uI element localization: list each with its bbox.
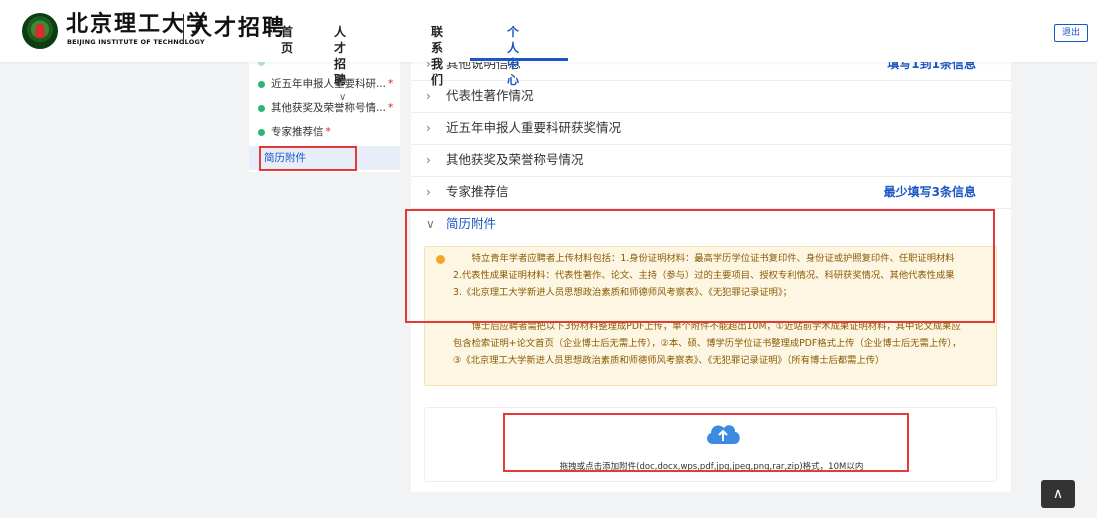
sidebar-item-resume-attachment[interactable]: 简历附件 [249, 146, 400, 170]
nav-contact[interactable]: 联系我们 [431, 24, 443, 88]
sidebar-item-label: 近五年申报人重要科研... * [271, 78, 394, 90]
nav-personal-center-label: 个人中心 [507, 25, 520, 87]
chevron-down-icon: ∨ [339, 92, 347, 103]
sidebar-item-other-honors[interactable]: 其他获奖及荣誉称号情... * [249, 96, 400, 120]
file-upload-dropzone[interactable]: 拖拽或点击添加附件(doc,docx,wps,pdf,jpg,jpeg,png,… [424, 407, 997, 482]
section-other-honors[interactable]: › 其他获奖及荣誉称号情况 [411, 144, 1011, 177]
chevron-down-icon: ∨ [426, 217, 435, 231]
section-recommendation[interactable]: › 专家推荐信 最少填写3条信息 [411, 176, 1011, 209]
sidebar-item-label: 专家推荐信 * [271, 126, 331, 138]
section-title: 近五年申报人重要科研获奖情况 [446, 120, 622, 135]
sidebar: 近五年申报人重要科研... * 其他获奖及荣誉称号情... * 专家推荐信 * 简历附… [249, 59, 400, 172]
nav-contact-label: 联系我们 [431, 25, 444, 87]
nav-home[interactable]: 首页 [281, 24, 293, 56]
sidebar-item-research-awards[interactable]: 近五年申报人重要科研... * [249, 72, 400, 96]
section-title: 其他获奖及荣誉称号情况 [446, 152, 584, 167]
chevron-up-icon: ∧ [1052, 486, 1064, 502]
logo-english-name: BEIJING INSTITUTE OF TECHNOLOGY [67, 38, 205, 46]
cloud-upload-icon [707, 425, 740, 444]
section-research-awards[interactable]: › 近五年申报人重要科研获奖情况 [411, 112, 1011, 145]
main-panel: › 其他说明信息 填写1到1条信息 › 代表性著作情况 › 近五年申报人重要科研… [411, 56, 1011, 492]
chevron-right-icon: › [426, 121, 431, 135]
chevron-right-icon: › [426, 185, 431, 199]
status-dot-icon [258, 129, 265, 136]
logo-subtitle: 人才招聘 [190, 15, 287, 41]
status-dot-icon [258, 105, 265, 112]
section-note: 最少填写3条信息 [883, 185, 976, 199]
notice-paragraph-1: 特立青年学者应聘者上传材料包括：1.身份证明材料：最高学历学位证书复印件、身份证… [453, 253, 955, 298]
nav-recruitment-label: 人才招聘 [334, 25, 347, 87]
logo-divider [183, 14, 184, 44]
nav-recruitment[interactable]: 人才招聘 ∨ [334, 24, 346, 106]
section-title: 简历附件 [446, 216, 497, 231]
status-dot-icon [258, 81, 265, 88]
nav-active-underline [470, 58, 568, 61]
logout-button[interactable]: 退出 [1054, 24, 1088, 42]
logo-chinese-name: 北京理工大学 [66, 11, 211, 37]
section-title: 专家推荐信 [446, 184, 509, 199]
nav-personal-center[interactable]: 个人中心 [507, 24, 519, 88]
warning-dot-icon [436, 255, 445, 264]
top-header: 北京理工大学 BEIJING INSTITUTE OF TECHNOLOGY 人… [0, 0, 1097, 103]
chevron-right-icon: › [426, 153, 431, 167]
nav-home-label: 首页 [281, 25, 294, 55]
back-to-top-button[interactable]: ∧ [1041, 480, 1075, 508]
sidebar-item-label: 其他获奖及荣誉称号情... * [271, 102, 394, 114]
sidebar-item-recommendation[interactable]: 专家推荐信 * [249, 120, 400, 144]
upload-hint: 拖拽或点击添加附件(doc,docx,wps,pdf,jpg,jpeg,png,… [559, 462, 864, 472]
sidebar-item-label: 简历附件 [264, 152, 306, 164]
university-emblem-icon [22, 13, 58, 49]
section-representative-works[interactable]: › 代表性著作情况 [411, 80, 1011, 113]
notice-paragraph-2: 博士后应聘者需把以下3份材料整理成PDF上传，单个附件不能超出10M，①近站前学… [453, 321, 962, 366]
upload-notice: 特立青年学者应聘者上传材料包括：1.身份证明材料：最高学历学位证书复印件、身份证… [424, 246, 997, 386]
section-title: 代表性著作情况 [446, 88, 534, 103]
section-resume-attachment[interactable]: ∨ 简历附件 [411, 208, 1011, 240]
